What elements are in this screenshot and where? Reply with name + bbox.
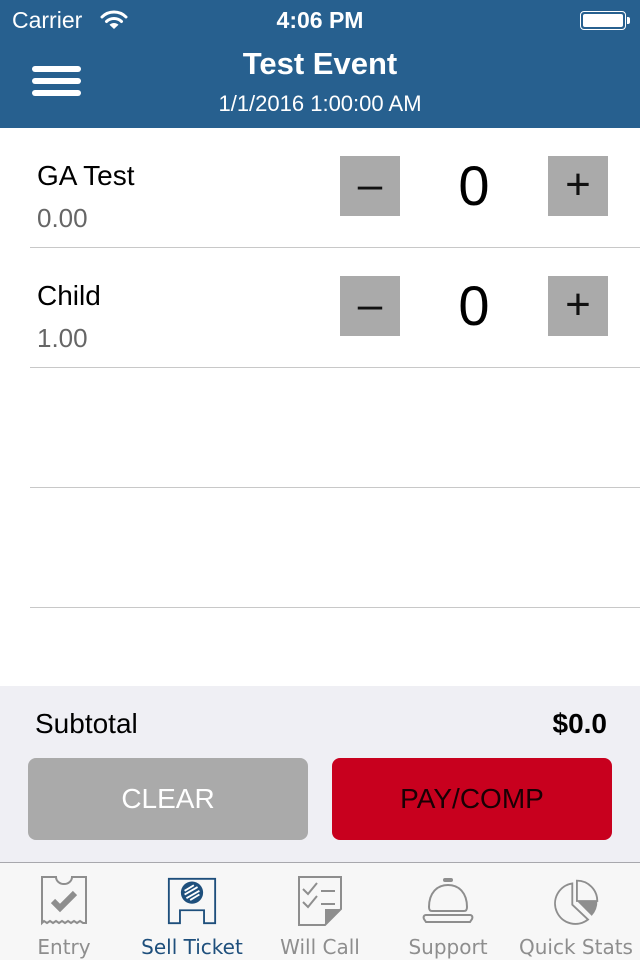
- ticket-row: Child 1.00 – 0 +: [0, 248, 640, 368]
- tab-entry[interactable]: Entry: [0, 863, 128, 960]
- tab-label: Entry: [37, 935, 91, 959]
- tab-bar: Entry Sell Ticket Will Call Support Quic…: [0, 862, 640, 960]
- empty-row: [0, 488, 640, 608]
- clock: 4:06 PM: [276, 7, 364, 33]
- tab-label: Quick Stats: [519, 935, 633, 959]
- empty-row: [0, 368, 640, 488]
- tab-sell-ticket[interactable]: Sell Ticket: [128, 863, 256, 960]
- subtotal-value: $0.0: [552, 708, 608, 739]
- ticket-price: 0.00: [37, 203, 88, 233]
- ticket-name: GA Test: [37, 160, 135, 191]
- clear-button[interactable]: CLEAR: [28, 758, 308, 840]
- quantity-value: 0: [458, 154, 490, 217]
- battery-icon: [580, 11, 626, 30]
- increment-button[interactable]: +: [548, 156, 608, 216]
- pie-chart-icon: [554, 879, 599, 925]
- tab-label: Sell Ticket: [141, 935, 243, 959]
- ticket-name: Child: [37, 280, 101, 311]
- ticket-price: 1.00: [37, 323, 88, 353]
- pay-comp-button[interactable]: PAY/COMP: [332, 758, 612, 840]
- app-header: Carrier 4:06 PM Test Event 1/1/2016 1:00…: [0, 0, 640, 128]
- increment-button[interactable]: +: [548, 276, 608, 336]
- status-bar: Carrier 4:06 PM: [0, 0, 640, 40]
- ticket-check-icon: [41, 876, 87, 926]
- order-summary: Subtotal $0.0 CLEAR PAY/COMP: [0, 686, 640, 862]
- tab-quick-stats[interactable]: Quick Stats: [512, 863, 640, 960]
- battery-tip: [627, 17, 630, 24]
- event-datetime: 1/1/2016 1:00:00 AM: [218, 91, 422, 116]
- subtotal-label: Subtotal: [35, 708, 138, 739]
- row-divider: [30, 607, 640, 608]
- decrement-button[interactable]: –: [340, 276, 400, 336]
- tab-will-call[interactable]: Will Call: [256, 863, 384, 960]
- page-title: Test Event: [242, 46, 398, 81]
- decrement-button[interactable]: –: [340, 156, 400, 216]
- sell-ticket-icon: [167, 877, 217, 925]
- tab-label: Will Call: [280, 935, 360, 959]
- service-bell-icon: [422, 878, 474, 923]
- tab-label: Support: [408, 935, 488, 959]
- tab-support[interactable]: Support: [384, 863, 512, 960]
- quantity-value: 0: [458, 274, 490, 337]
- checklist-icon: [298, 876, 342, 926]
- ticket-row: GA Test 0.00 – 0 +: [0, 128, 640, 248]
